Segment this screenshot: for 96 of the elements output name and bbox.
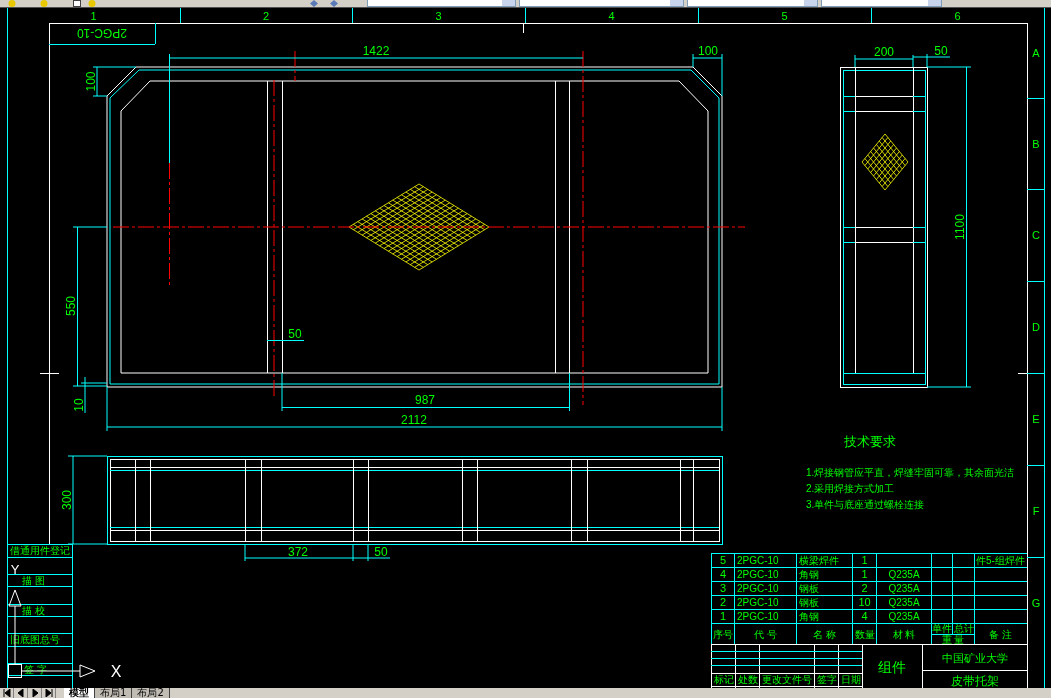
zone-label: E (1032, 413, 1040, 425)
column-header: 重 量 (941, 634, 965, 645)
dimension-text: 50 (288, 327, 302, 341)
table-cell: 2PGC-10 (737, 583, 779, 594)
layout-tab[interactable]: 布局1 (95, 688, 133, 698)
dimension-text: 100 (698, 44, 718, 58)
table-cell: 角钢 (799, 611, 819, 622)
requirement-item: 2.采用焊接方式加工 (806, 483, 895, 494)
square-icon[interactable] (73, 0, 81, 7)
stamp-label: 借通用件登记 (10, 545, 70, 556)
table-cell: 3 (719, 582, 727, 594)
dimension-text: 1100 (953, 214, 967, 240)
scroll-button[interactable] (0, 688, 14, 698)
column-header: 总计 (953, 623, 974, 634)
dimension-text: 550 (64, 296, 78, 316)
dimension-text: 50 (934, 44, 948, 58)
zone-label: 4 (608, 10, 615, 22)
column-header: 标记 (713, 674, 734, 685)
dropdown-field[interactable] (519, 0, 684, 7)
dimension-text: 1422 (362, 44, 390, 58)
table-cell: 2PGC-10 (737, 569, 779, 580)
zone-label: B (1032, 137, 1040, 150)
requirement-item: 3.单件与底座通过螺栓连接 (806, 499, 925, 510)
layout-tab[interactable]: 布局2 (132, 688, 170, 698)
dimension-text: 2112 (401, 413, 427, 427)
dimension-text: 200 (874, 45, 894, 59)
stamp-label: 描 校 (22, 605, 45, 616)
stamp-label: 旧底图总号 (10, 634, 60, 645)
zone-label: C (1032, 229, 1040, 241)
table-cell: 2 (861, 582, 868, 594)
scroll-button[interactable] (42, 688, 56, 698)
column-header: 序号 (713, 629, 733, 640)
zone-label: 5 (781, 10, 788, 22)
table-cell: 5 (719, 554, 727, 566)
dimension-text: 300 (60, 490, 74, 510)
dimension-text: 10 (72, 398, 86, 412)
table-cell: 1 (861, 568, 868, 580)
zone-label: 6 (954, 10, 961, 22)
zone-label: A (1032, 47, 1040, 59)
table-cell: Q235A (888, 583, 920, 594)
zone-label: 2 (262, 10, 270, 22)
organization-name: 中国矿业大学 (942, 652, 1008, 664)
table-cell: 2PGC-10 (737, 555, 779, 566)
center-line (294, 50, 296, 82)
table-cell: 角钢 (799, 569, 819, 580)
stamp-label: 签 字 (24, 664, 47, 675)
drawing-title: 皮带托架 (951, 674, 999, 688)
table-cell: Q235A (888, 569, 920, 580)
crosshatch-drawing (861, 133, 909, 191)
table-cell: 2 (719, 596, 727, 608)
layout-tab[interactable]: 模型 (64, 688, 95, 698)
column-header: 处数 (737, 674, 758, 685)
assembly-name: 组件 (878, 659, 906, 675)
table-cell: Q235A (888, 597, 920, 608)
table-cell: 1 (861, 554, 868, 566)
requirements-heading: 技术要求 (844, 434, 896, 449)
dimension-text: 100 (84, 71, 98, 92)
column-header: 单件 (932, 623, 952, 634)
table-cell: 横梁焊件 (799, 555, 839, 566)
dimension-line (266, 340, 305, 341)
zone-label: F (1032, 505, 1040, 517)
zone-label: 1 (90, 10, 97, 22)
ucs-icon (8, 589, 96, 678)
table-cell: 1 (719, 610, 727, 622)
table-cell: 10 (858, 596, 871, 608)
dropdown-field[interactable] (821, 0, 942, 7)
dropdown-field[interactable] (367, 0, 516, 7)
column-header: 材 料 (892, 629, 916, 640)
table-cell: 4 (719, 568, 727, 580)
dimension-text: 50 (374, 545, 388, 559)
dimension-line (692, 53, 723, 97)
zone-label: G (1031, 596, 1041, 609)
dimension-text: 372 (288, 545, 308, 559)
column-header: 代 号 (754, 629, 777, 640)
table-cell: 2PGC-10 (737, 597, 779, 608)
table-cell: Q235A (888, 611, 920, 622)
column-header: 名 称 (813, 629, 836, 640)
table-cell: 2PGC-10 (737, 611, 779, 622)
column-header: 更改文件号 (762, 674, 812, 685)
column-header: 日期 (840, 674, 861, 685)
axis-label: Y (10, 562, 20, 577)
table-cell: 钢板 (799, 597, 819, 608)
column-header: 数量 (854, 629, 875, 640)
stamp-label: 描 图 (22, 575, 45, 586)
column-header: 签字 (816, 674, 837, 685)
dimension-text: 987 (415, 393, 435, 407)
zone-label: D (1032, 321, 1040, 333)
column-header: 备 注 (989, 629, 1012, 640)
table-cell: 钢板 (799, 583, 819, 594)
dropdown-field[interactable] (687, 0, 818, 7)
table-cell: 4 (861, 610, 868, 622)
zone-label: 3 (435, 10, 442, 22)
axis-label: X (110, 663, 122, 680)
drawing-number: 2PGC-10 (77, 26, 127, 40)
table-cell: 件5-组焊件 (976, 555, 1025, 566)
requirement-item: 1.焊接钢管应平直，焊缝牢固可靠，其余面光洁 (806, 467, 1015, 478)
